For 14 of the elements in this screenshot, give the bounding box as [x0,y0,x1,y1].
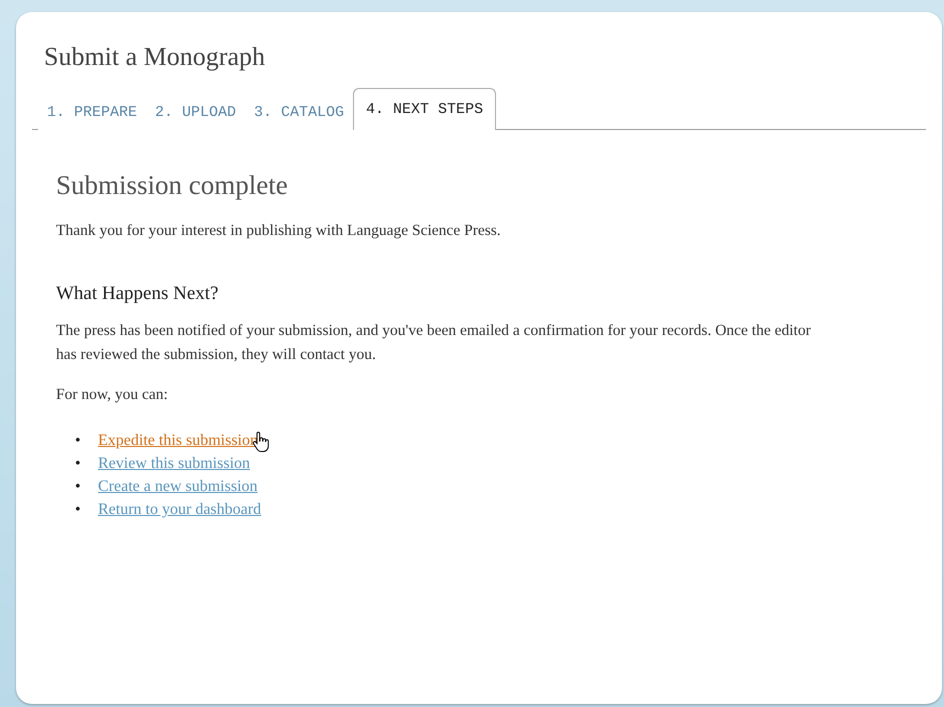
page-title: Submit a Monograph [44,42,266,72]
prompt-text: For now, you can: [56,385,169,405]
bullet: • [75,431,82,451]
intro-text: Thank you for your interest in publishing with Language Science Press. [56,221,502,241]
step-tab[interactable]: 4. NEXT STEPS [353,88,496,130]
subheading: What Happens Next? [56,283,220,305]
action-link[interactable]: Return to your dashboard [98,498,262,521]
section-heading: Submission complete [56,170,289,201]
bullet: • [75,500,82,520]
action-link[interactable]: Review this submission [98,452,250,475]
info-paragraph: The press has been notified of your submission, and you've been emailed a confirmation for your records. Once the editor has reviewed the submission, they will contact you. [56,321,812,365]
bullet: • [75,454,82,474]
action-link[interactable]: Create a new submission [98,475,258,498]
bullet: • [75,477,82,497]
